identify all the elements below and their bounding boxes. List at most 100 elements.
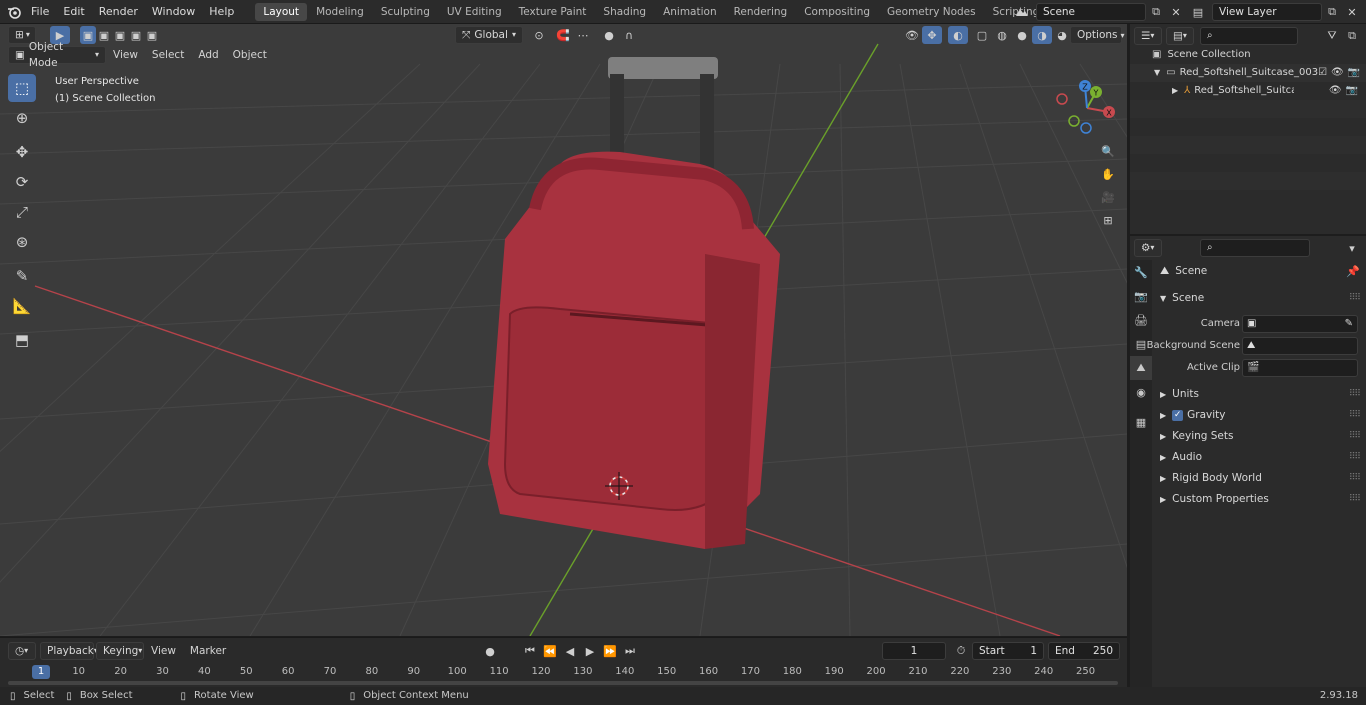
- snap-icon[interactable]: 🧲: [553, 26, 573, 44]
- menu-render[interactable]: Render: [92, 0, 145, 24]
- prev-keyframe-icon[interactable]: ⏪: [540, 642, 560, 660]
- drag-handle-icon[interactable]: ⠿⠿: [1349, 489, 1361, 510]
- end-frame-field[interactable]: End 250: [1048, 642, 1120, 660]
- new-scene-icon[interactable]: ⧉: [1146, 3, 1166, 21]
- record-icon[interactable]: ●: [480, 642, 500, 660]
- blender-logo-icon[interactable]: [4, 3, 24, 21]
- start-frame-field[interactable]: Start 1: [972, 642, 1044, 660]
- tool-tab-icon[interactable]: 🔧: [1130, 260, 1152, 284]
- camera-field[interactable]: ▣ ✎: [1242, 315, 1358, 333]
- viewport-menu-object[interactable]: Object: [226, 44, 274, 66]
- active-clip-field[interactable]: 🎬: [1242, 359, 1358, 377]
- texture-tab-icon[interactable]: ▦: [1130, 410, 1152, 434]
- select-box-icon[interactable]: ⬚: [8, 74, 36, 102]
- pivot-point-icon[interactable]: ⊙: [529, 26, 549, 44]
- scale-icon[interactable]: ⤢: [8, 198, 36, 226]
- xray-icon[interactable]: ▢: [972, 26, 992, 44]
- menu-edit[interactable]: Edit: [56, 0, 91, 24]
- eye-icon[interactable]: 👁: [1329, 82, 1342, 100]
- transform-icon[interactable]: ⊛: [8, 228, 36, 256]
- measure-icon[interactable]: 📐: [8, 292, 36, 320]
- outliner-row-object[interactable]: ▶ ⅄ Red_Softshell_Suitcase_0 👁 📷: [1130, 82, 1366, 100]
- camera-icon[interactable]: 📷: [1346, 82, 1358, 100]
- play-reverse-icon[interactable]: ◀: [560, 642, 580, 660]
- tab-geometry-nodes[interactable]: Geometry Nodes: [879, 3, 984, 21]
- properties-editor-type[interactable]: ⚙ ▾: [1134, 239, 1162, 257]
- object-mode-dropdown[interactable]: ▣ Object Mode ▾: [8, 41, 106, 69]
- eye-icon[interactable]: 👁: [1331, 64, 1344, 82]
- timeline[interactable]: ◷▾ Playback▾ Keying▾ View Marker ● ⏮ ⏪ ◀…: [0, 637, 1127, 687]
- drag-handle-icon[interactable]: ⠿⠿: [1349, 405, 1361, 426]
- scene-icon[interactable]: [1012, 3, 1032, 21]
- gravity-checkbox[interactable]: ✓: [1172, 410, 1184, 421]
- outliner-row-scene-collection[interactable]: ▣ Scene Collection: [1130, 46, 1366, 64]
- drag-handle-icon[interactable]: ⠿⠿: [1349, 447, 1361, 468]
- timeline-scrollbar[interactable]: [8, 681, 1118, 685]
- tab-shading[interactable]: Shading: [595, 3, 654, 21]
- scene-panel-header[interactable]: ▼ Scene ⠿⠿: [1152, 288, 1366, 309]
- tab-modeling[interactable]: Modeling: [308, 3, 372, 21]
- zoom-icon[interactable]: 🔍: [1098, 142, 1118, 160]
- camera-icon[interactable]: 📷: [1348, 64, 1360, 82]
- viewport-menu-select[interactable]: Select: [145, 44, 191, 66]
- move-icon[interactable]: ✥: [8, 138, 36, 166]
- drag-handle-icon[interactable]: ⠿⠿: [1349, 468, 1361, 489]
- 3d-viewport[interactable]: ⊞▾ ▶ ▣ ▣ ▣ ▣ ▣ ⤧ Global ▾ ⊙ 🧲 ⋯ ● ∩ 👁 ✥: [0, 24, 1127, 636]
- audio-panel-header[interactable]: ▶ Audio ⠿⠿: [1152, 447, 1366, 468]
- playback-dropdown[interactable]: Playback▾: [40, 642, 98, 660]
- view-layer-icon[interactable]: ▤: [1188, 3, 1208, 21]
- drag-handle-icon[interactable]: ⠿⠿: [1349, 426, 1361, 447]
- select-intersect-icon[interactable]: ▣: [144, 26, 160, 44]
- tab-sculpting[interactable]: Sculpting: [373, 3, 438, 21]
- tab-uv-editing[interactable]: UV Editing: [439, 3, 510, 21]
- navigation-gizmo[interactable]: X Y Z: [1052, 76, 1122, 136]
- wireframe-shading-icon[interactable]: ◍: [992, 26, 1012, 44]
- transform-orientation-dropdown[interactable]: ⤧ Global ▾: [455, 26, 523, 44]
- new-collection-icon[interactable]: ⧉: [1342, 27, 1362, 45]
- tab-animation[interactable]: Animation: [655, 3, 725, 21]
- properties-search-input[interactable]: ⌕: [1200, 239, 1310, 257]
- viewport-menu-add[interactable]: Add: [191, 44, 225, 66]
- close-view-layer-icon[interactable]: ✕: [1342, 3, 1362, 21]
- menu-window[interactable]: Window: [145, 0, 202, 24]
- rendered-shading-icon[interactable]: ◕: [1052, 26, 1072, 44]
- render-tab-icon[interactable]: 📷: [1130, 284, 1152, 308]
- visibility-icon[interactable]: 👁: [902, 26, 922, 44]
- menu-help[interactable]: Help: [202, 0, 241, 24]
- pan-hand-icon[interactable]: ✋: [1098, 165, 1118, 183]
- proportional-edit-icon[interactable]: ●: [599, 26, 619, 44]
- world-tab-icon[interactable]: ◉: [1130, 380, 1152, 404]
- timeline-menu-marker[interactable]: Marker: [183, 640, 233, 662]
- outliner-row-collection[interactable]: ▼ ▭ Red_Softshell_Suitcase_003 ☑ 👁 📷: [1130, 64, 1366, 82]
- gizmo-icon[interactable]: ✥: [922, 26, 942, 44]
- timeline-editor-type[interactable]: ◷ ▾: [8, 642, 36, 660]
- pin-icon[interactable]: 📌: [1346, 265, 1360, 278]
- timeline-menu-view[interactable]: View: [144, 640, 183, 662]
- chevron-right-icon[interactable]: ▶: [1172, 82, 1178, 100]
- orthographic-grid-icon[interactable]: ⊞: [1098, 211, 1118, 229]
- overlay-icon[interactable]: ◐: [948, 26, 968, 44]
- annotate-icon[interactable]: ✎: [8, 262, 36, 290]
- options-dropdown[interactable]: Options ▾: [1070, 26, 1125, 44]
- eyedropper-icon[interactable]: ✎: [1345, 316, 1353, 332]
- chevron-down-icon[interactable]: ▾: [1342, 239, 1362, 257]
- close-scene-icon[interactable]: ✕: [1166, 3, 1186, 21]
- next-keyframe-icon[interactable]: ⏩: [600, 642, 620, 660]
- display-mode-dropdown[interactable]: ▤ ▾: [1166, 27, 1194, 45]
- filter-icon[interactable]: ⛛: [1322, 27, 1342, 45]
- drag-handle-icon[interactable]: ⠿⠿: [1349, 384, 1361, 405]
- custom-properties-panel-header[interactable]: ▶ Custom Properties ⠿⠿: [1152, 489, 1366, 510]
- camera-view-icon[interactable]: 🎥: [1098, 188, 1118, 206]
- play-icon[interactable]: ▶: [580, 642, 600, 660]
- tab-texture-paint[interactable]: Texture Paint: [511, 3, 595, 21]
- tab-layout[interactable]: Layout: [255, 2, 308, 21]
- scene-name-field[interactable]: Scene: [1036, 3, 1146, 21]
- keying-dropdown[interactable]: Keying ▾: [96, 642, 144, 660]
- snap-target-icon[interactable]: ⋯: [573, 26, 593, 44]
- current-frame-field[interactable]: 1: [882, 642, 946, 660]
- viewport-menu-view[interactable]: View: [106, 44, 145, 66]
- new-view-layer-icon[interactable]: ⧉: [1322, 3, 1342, 21]
- background-scene-field[interactable]: ⛰: [1242, 337, 1358, 355]
- tab-rendering[interactable]: Rendering: [726, 3, 796, 21]
- rigid-body-world-panel-header[interactable]: ▶ Rigid Body World ⠿⠿: [1152, 468, 1366, 489]
